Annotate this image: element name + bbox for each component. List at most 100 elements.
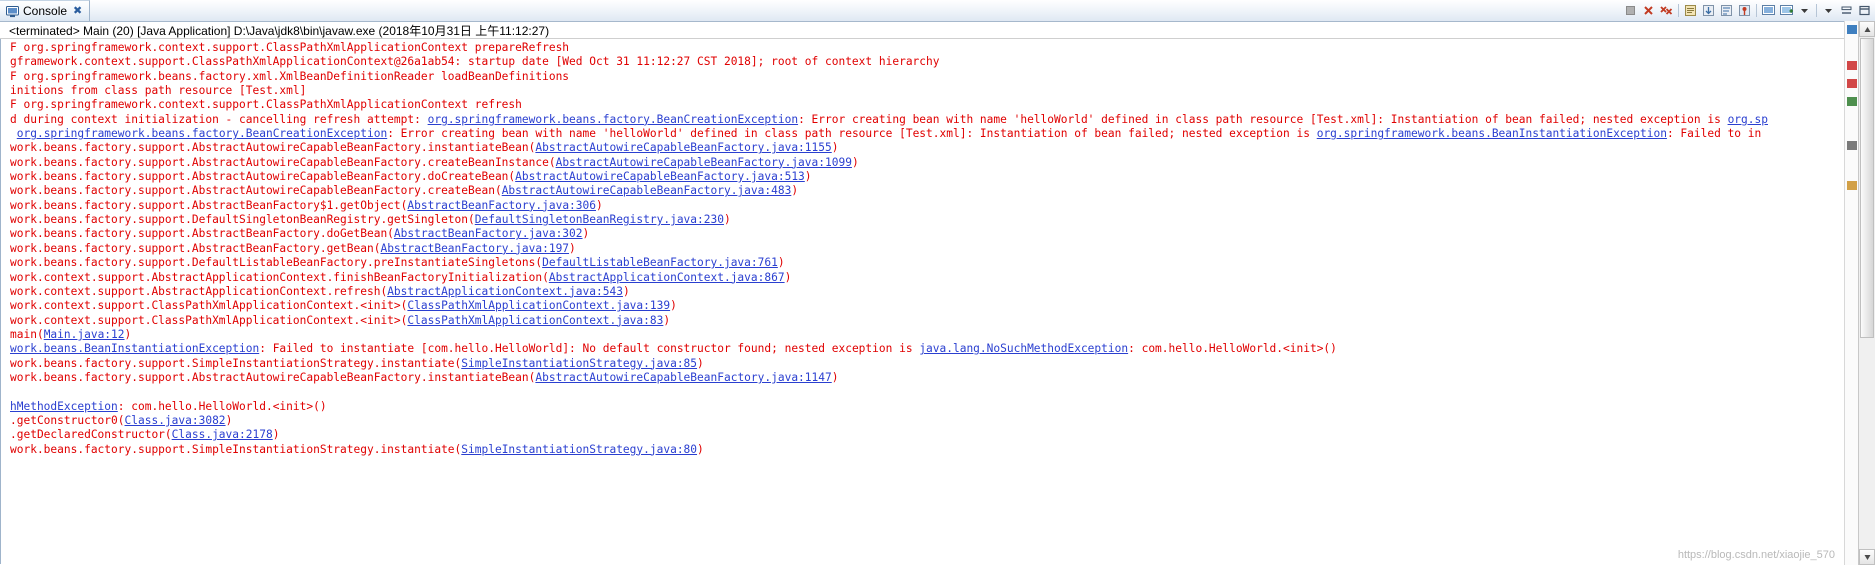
pin-console-button[interactable] bbox=[1736, 2, 1753, 19]
console-toolbar bbox=[1622, 0, 1875, 21]
marker-annotation[interactable] bbox=[1847, 141, 1857, 150]
toolbar-separator-3 bbox=[1816, 4, 1817, 17]
console-text-segment: main( bbox=[10, 327, 44, 341]
marker-annotation[interactable] bbox=[1847, 181, 1857, 190]
stack-trace-link[interactable]: Class.java:2178 bbox=[172, 428, 273, 441]
console-text-segment: work.beans.factory.support.DefaultListab… bbox=[10, 256, 543, 270]
console-text-segment: initions from class path resource [Test.… bbox=[10, 84, 307, 98]
console-text-segment bbox=[10, 127, 17, 140]
minimize-button[interactable] bbox=[1838, 2, 1855, 19]
stack-trace-link[interactable]: AbstractApplicationContext.java:543 bbox=[387, 285, 623, 298]
console-text-segment: work.context.support.AbstractApplication… bbox=[10, 270, 549, 284]
maximize-button[interactable] bbox=[1856, 2, 1873, 19]
terminate-button[interactable] bbox=[1622, 2, 1639, 19]
view-menu-button[interactable] bbox=[1820, 2, 1837, 19]
console-line: work.context.support.ClassPathXmlApplica… bbox=[10, 314, 1875, 328]
console-text-segment: ) bbox=[697, 356, 704, 370]
console-line: hMethodException: com.hello.HelloWorld.<… bbox=[10, 400, 1875, 414]
remove-launch-button[interactable] bbox=[1640, 2, 1657, 19]
stack-trace-link[interactable]: Main.java:12 bbox=[44, 328, 125, 341]
launch-configuration-line[interactable]: <terminated> Main (20) [Java Application… bbox=[0, 22, 1875, 39]
console-line: work.beans.factory.support.AbstractAutow… bbox=[10, 184, 1875, 198]
stack-trace-link[interactable]: org.springframework.beans.factory.BeanCr… bbox=[17, 127, 387, 140]
marker-annotation[interactable] bbox=[1847, 61, 1857, 70]
console-line: .getDeclaredConstructor(Class.java:2178) bbox=[10, 428, 1875, 442]
console-text-segment: F org.springframework.context.support.Cl… bbox=[10, 98, 522, 112]
console-text-segment: ) bbox=[851, 155, 859, 169]
stack-trace-link[interactable]: AbstractAutowireCapableBeanFactory.java:… bbox=[515, 170, 805, 183]
console-line: work.context.support.AbstractApplication… bbox=[10, 271, 1875, 285]
stack-trace-link[interactable]: AbstractAutowireCapableBeanFactory.java:… bbox=[556, 156, 852, 169]
stack-trace-link[interactable]: AbstractBeanFactory.java:302 bbox=[394, 227, 583, 240]
console-line: gframework.context.support.ClassPathXmlA… bbox=[10, 55, 1875, 69]
close-icon[interactable]: ✖ bbox=[73, 5, 82, 17]
toolbar-separator bbox=[1678, 4, 1679, 17]
marker-annotation[interactable] bbox=[1847, 79, 1857, 88]
console-line: d during context initialization - cancel… bbox=[10, 113, 1875, 127]
console-line: work.beans.BeanInstantiationException: F… bbox=[10, 342, 1875, 356]
open-console-button[interactable] bbox=[1778, 2, 1795, 19]
stack-trace-link[interactable]: ClassPathXmlApplicationContext.java:139 bbox=[407, 299, 670, 312]
console-text-segment: ) bbox=[777, 256, 785, 270]
console-text-segment: work.context.support.ClassPathXmlApplica… bbox=[10, 313, 408, 327]
stack-trace-link[interactable]: AbstractAutowireCapableBeanFactory.java:… bbox=[502, 184, 792, 197]
console-text-segment: work.beans.factory.support.DefaultSingle… bbox=[10, 213, 475, 227]
chevron-down-icon[interactable] bbox=[1796, 2, 1813, 19]
view-tab-bar: Console ✖ bbox=[0, 0, 1875, 22]
scroll-up-arrow-icon[interactable] bbox=[1859, 21, 1875, 37]
console-text-segment: work.beans.factory.support.AbstractAutow… bbox=[10, 170, 516, 184]
display-selected-console-button[interactable] bbox=[1760, 2, 1777, 19]
stack-trace-link[interactable]: Class.java:3082 bbox=[125, 414, 226, 427]
console-text-segment: : com.hello.HelloWorld.<init>() bbox=[1128, 342, 1337, 356]
console-text-segment: : Failed to instantiate [com.hello.Hello… bbox=[259, 342, 920, 356]
stack-trace-link[interactable]: DefaultListableBeanFactory.java:761 bbox=[542, 256, 778, 269]
console-icon bbox=[6, 5, 19, 18]
stack-trace-link[interactable]: org.springframework.beans.BeanInstantiat… bbox=[1317, 127, 1667, 140]
console-text-segment: d during context initialization - cancel… bbox=[10, 112, 428, 126]
stack-trace-link[interactable]: AbstractApplicationContext.java:867 bbox=[549, 271, 785, 284]
scroll-lock-button[interactable] bbox=[1700, 2, 1717, 19]
stack-trace-link[interactable]: SimpleInstantiationStrategy.java:80 bbox=[461, 443, 697, 456]
tab-console-label: Console bbox=[23, 4, 68, 18]
console-marker-column[interactable] bbox=[1844, 21, 1858, 565]
scroll-down-arrow-icon[interactable] bbox=[1859, 549, 1875, 565]
console-text-segment: ) bbox=[225, 413, 233, 427]
console-text-segment: ) bbox=[622, 284, 630, 298]
stack-trace-link[interactable]: DefaultSingletonBeanRegistry.java:230 bbox=[475, 213, 724, 226]
console-text-segment: gframework.context.support.ClassPathXmlA… bbox=[10, 55, 940, 69]
remove-all-terminated-button[interactable] bbox=[1658, 2, 1675, 19]
stack-trace-link[interactable]: java.lang.NoSuchMethodException bbox=[919, 342, 1128, 355]
console-text-segment: work.beans.factory.support.AbstractBeanF… bbox=[10, 241, 381, 255]
tab-bar-spacer bbox=[90, 0, 1622, 21]
clear-console-button[interactable] bbox=[1682, 2, 1699, 19]
stack-trace-link[interactable]: ClassPathXmlApplicationContext.java:83 bbox=[407, 314, 663, 327]
console-text-segment: ) bbox=[831, 370, 839, 384]
console-output-area[interactable]: F org.springframework.context.support.Cl… bbox=[0, 39, 1875, 564]
console-line: work.beans.factory.support.AbstractAutow… bbox=[10, 141, 1875, 155]
stack-trace-link[interactable]: org.sp bbox=[1728, 113, 1768, 126]
tab-console[interactable]: Console ✖ bbox=[0, 0, 91, 21]
console-line: work.beans.factory.support.AbstractAutow… bbox=[10, 371, 1875, 385]
stack-trace-link[interactable]: SimpleInstantiationStrategy.java:85 bbox=[461, 357, 697, 370]
word-wrap-button[interactable] bbox=[1718, 2, 1735, 19]
console-line: work.context.support.ClassPathXmlApplica… bbox=[10, 299, 1875, 313]
marker-annotation[interactable] bbox=[1847, 97, 1857, 106]
marker-annotation[interactable] bbox=[1847, 25, 1857, 34]
watermark-text: https://blog.csdn.net/xiaojie_570 bbox=[1677, 549, 1835, 561]
stack-trace-link[interactable]: org.springframework.beans.factory.BeanCr… bbox=[428, 113, 798, 126]
console-text[interactable]: F org.springframework.context.support.Cl… bbox=[10, 41, 1875, 457]
console-text-segment: work.beans.factory.support.SimpleInstant… bbox=[10, 442, 462, 456]
vertical-scrollbar-thumb[interactable] bbox=[1860, 38, 1874, 338]
console-text-segment: F org.springframework.context.support.Cl… bbox=[10, 41, 570, 54]
stack-trace-link[interactable]: AbstractBeanFactory.java:197 bbox=[380, 242, 569, 255]
stack-trace-link[interactable]: work.beans.BeanInstantiationException bbox=[10, 342, 259, 355]
stack-trace-link[interactable]: AbstractAutowireCapableBeanFactory.java:… bbox=[535, 141, 831, 154]
console-line: work.beans.factory.support.SimpleInstant… bbox=[10, 357, 1875, 371]
vertical-scrollbar[interactable] bbox=[1858, 21, 1875, 565]
stack-trace-link[interactable]: AbstractAutowireCapableBeanFactory.java:… bbox=[535, 371, 831, 384]
stack-trace-link[interactable]: AbstractBeanFactory.java:306 bbox=[407, 199, 596, 212]
console-text-segment: .getDeclaredConstructor( bbox=[10, 428, 172, 442]
console-text-segment: ) bbox=[670, 299, 677, 313]
stack-trace-link[interactable]: hMethodException bbox=[10, 400, 118, 413]
console-text-segment: : Failed to in bbox=[1666, 127, 1762, 141]
